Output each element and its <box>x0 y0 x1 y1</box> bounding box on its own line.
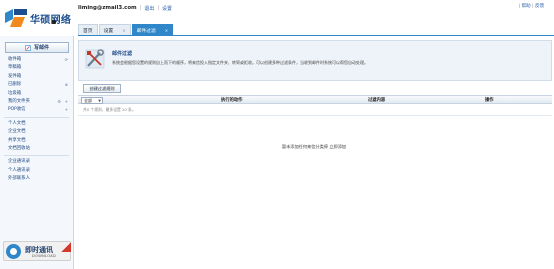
sidebar-item-label: 个人文档 <box>8 120 26 126</box>
tools-icon <box>85 49 105 69</box>
column-header-operation: 操作 <box>485 98 494 103</box>
page-description: 系统会根据您设置的规则自上而下的顺序，将来信投入指定文件夹、转寄或拒收。可以创建… <box>112 60 368 65</box>
close-icon[interactable]: ✕ <box>122 28 125 33</box>
sidebar: 写邮件 收件箱 ⟳ 草稿箱 发件箱 已删除 ⊗ 垃圾箱 我的文件夹 ⚙ + PO… <box>0 36 74 269</box>
sidebar-nav: 收件箱 ⟳ 草稿箱 发件箱 已删除 ⊗ 垃圾箱 我的文件夹 ⚙ + POP收信 … <box>0 56 73 183</box>
sidebar-item-label: 文档回收站 <box>8 145 30 151</box>
logout-link[interactable]: 退出 <box>144 5 154 12</box>
sidebar-item-trash[interactable]: 已删除 ⊗ <box>0 81 73 89</box>
sidebar-item-external-contacts[interactable]: 外部联系人 <box>0 175 73 183</box>
sidebar-item-shared-docs[interactable]: 共享文档 <box>0 137 73 145</box>
sidebar-item-label: 我的文件夹 <box>8 98 30 104</box>
sidebar-item-enterprise-docs[interactable]: 企业文档 <box>0 128 73 136</box>
sidebar-item-label: 已删除 <box>8 82 22 88</box>
rule-count: 共0 个规则，最多设置 20 条。 <box>83 107 136 112</box>
sidebar-item-label: 收件箱 <box>8 57 22 62</box>
feedback-link[interactable]: 反馈 <box>535 4 544 9</box>
webmail-page: 华硕网络 liming@zmail3.com | 退出 | 设置 | 帮助 | … <box>0 0 554 269</box>
top-right-links: | 帮助 | 反馈 <box>519 3 544 9</box>
help-link[interactable]: 帮助 <box>522 4 531 9</box>
sidebar-item-doc-recycle[interactable]: 文档回收站 <box>0 145 73 153</box>
compose-pen-icon <box>25 44 31 51</box>
im-download-label: DOWNLOAD <box>32 254 57 258</box>
tab-home[interactable]: 首页 <box>78 24 98 35</box>
add-icon[interactable]: + <box>65 98 68 106</box>
settings-link[interactable]: 设置 <box>162 5 172 12</box>
tab-label: 首页 <box>83 28 93 34</box>
page-title: 邮件过滤 <box>112 51 133 57</box>
sidebar-item-label: 草稿箱 <box>8 65 22 71</box>
select-value: 全部 <box>84 98 92 103</box>
sidebar-item-drafts[interactable]: 草稿箱 <box>0 64 73 72</box>
sidebar-item-personal-docs[interactable]: 个人文档 <box>0 120 73 128</box>
tab-underline <box>78 35 554 36</box>
sidebar-item-my-folders[interactable]: 我的文件夹 ⚙ + <box>0 98 73 106</box>
separator: | <box>532 4 534 9</box>
divider <box>4 116 69 118</box>
sidebar-item-label: 企业通讯录 <box>8 159 30 165</box>
divider <box>78 115 552 116</box>
empty-state-message: 暂未添加任何来信分类停 立即添加 <box>281 144 347 149</box>
sidebar-item-label: 共享文档 <box>8 137 26 143</box>
settings-icon[interactable]: ⚙ <box>57 98 61 106</box>
chevron-down-icon: ▼ <box>98 99 101 103</box>
compose-label: 写邮件 <box>33 45 49 51</box>
column-header-content[interactable]: 过滤内容 <box>368 96 385 105</box>
divider <box>4 155 69 157</box>
sidebar-item-label: 垃圾箱 <box>8 90 22 96</box>
separator: | <box>157 5 160 11</box>
sidebar-item-label: 发件箱 <box>8 73 22 79</box>
add-icon[interactable]: + <box>65 106 68 114</box>
sidebar-item-enterprise-contacts[interactable]: 企业通讯录 <box>0 158 73 166</box>
table-header: 全部 ▼ 执行的动作 过滤内容 操作 <box>78 95 552 104</box>
clear-icon[interactable]: ⊗ <box>65 81 68 89</box>
filter-scope-select[interactable]: 全部 ▼ <box>81 97 103 104</box>
tab-label: 邮件过滤 <box>136 28 156 34</box>
sidebar-item-label: 企业文档 <box>8 129 26 135</box>
refresh-icon[interactable]: ⟳ <box>65 56 68 64</box>
user-email: liming@zmail3.com <box>78 5 137 11</box>
filter-header: 邮件过滤 系统会根据您设置的规则自上而下的顺序，将来信投入指定文件夹、转寄或拒收… <box>78 40 552 81</box>
sidebar-item-personal-contacts[interactable]: 个人通讯录 <box>0 167 73 175</box>
cursor-icon <box>52 20 56 24</box>
im-logo-icon <box>6 244 21 259</box>
sidebar-item-inbox[interactable]: 收件箱 ⟳ <box>0 56 73 64</box>
sidebar-item-label: POP收信 <box>8 107 26 113</box>
separator: | <box>139 5 142 11</box>
tab-mail-filter[interactable]: 邮件过滤 ✕ <box>131 24 174 35</box>
main-content: 邮件过滤 系统会根据您设置的规则自上而下的顺序，将来信投入指定文件夹、转寄或拒收… <box>76 38 552 269</box>
separator: | <box>518 4 521 9</box>
sidebar-item-spam[interactable]: 垃圾箱 <box>0 90 73 98</box>
corner-ribbon <box>61 242 71 252</box>
compose-button[interactable]: 写邮件 <box>5 42 69 53</box>
tab-bar: 首页 设置 ✕ 邮件过滤 ✕ <box>78 24 174 35</box>
close-icon[interactable]: ✕ <box>165 28 168 33</box>
column-header-action[interactable]: 执行的动作 <box>221 96 242 105</box>
sidebar-item-label: 个人通讯录 <box>8 167 30 173</box>
tab-settings[interactable]: 设置 ✕ <box>98 24 131 35</box>
user-bar: liming@zmail3.com | 退出 | 设置 <box>78 3 172 13</box>
sidebar-item-label: 外部联系人 <box>8 176 30 182</box>
create-filter-rule-button[interactable]: 创建过滤规则 <box>83 84 121 93</box>
sidebar-item-sent[interactable]: 发件箱 <box>0 73 73 81</box>
logo-text: 华硕网络 <box>30 15 72 26</box>
logo[interactable]: 华硕网络 <box>3 7 75 29</box>
tab-label: 设置 <box>103 28 114 34</box>
logo-mark-icon <box>5 9 27 27</box>
sidebar-item-pop[interactable]: POP收信 + <box>0 106 73 114</box>
im-download-banner[interactable]: 即时通讯 DOWNLOAD <box>3 241 71 261</box>
